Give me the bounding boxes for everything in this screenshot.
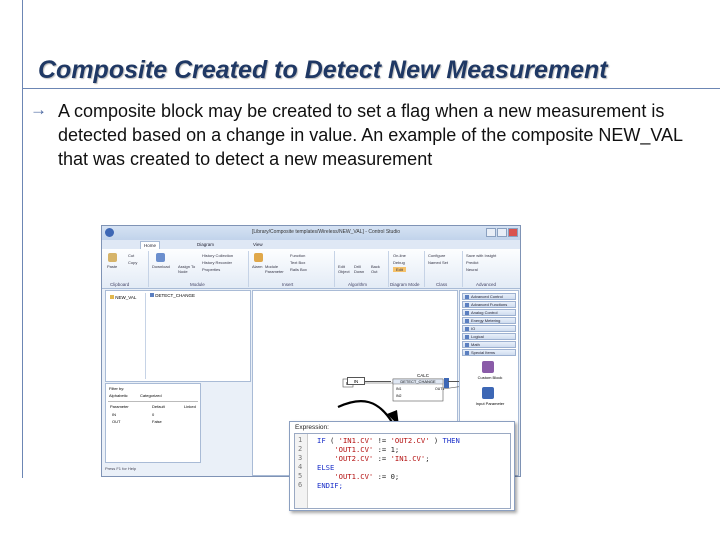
line-number: 6 bbox=[298, 481, 303, 489]
code-line: 'OUT2.CV' := 'IN1.CV'; bbox=[334, 454, 430, 463]
line-number: 4 bbox=[298, 463, 303, 471]
code-line: ENDIF; bbox=[317, 481, 343, 490]
line-number: 3 bbox=[298, 454, 303, 462]
expression-label: Expression: bbox=[295, 424, 329, 431]
line-number: 1 bbox=[298, 436, 303, 444]
code-line: ELSE bbox=[317, 463, 335, 472]
code-line: IF ( 'IN1.CV' != 'OUT2.CV' ) THEN bbox=[317, 436, 460, 445]
expression-editor[interactable]: 1 2 3 4 5 6 IF ( 'IN1.CV' != 'OUT2.CV' )… bbox=[294, 433, 511, 509]
slide: Composite Created to Detect New Measurem… bbox=[0, 0, 720, 540]
line-number: 5 bbox=[298, 472, 303, 480]
code-line: 'OUT1.CV' := 0; bbox=[334, 472, 400, 481]
line-number: 2 bbox=[298, 445, 303, 453]
code-line: 'OUT1.CV' := 1; bbox=[334, 445, 400, 454]
expression-popup: Expression: 1 2 3 4 5 6 IF ( 'IN1.CV' !=… bbox=[289, 421, 515, 511]
